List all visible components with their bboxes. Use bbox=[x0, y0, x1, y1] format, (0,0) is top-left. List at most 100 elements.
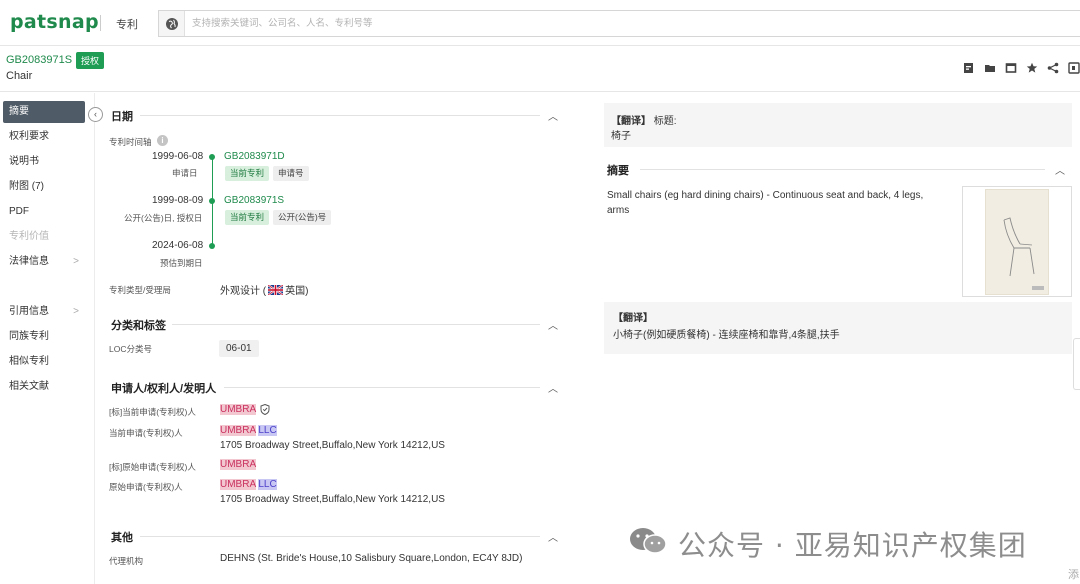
current-applicant-value[interactable]: UMBRA LLC bbox=[220, 425, 277, 436]
info-icon[interactable]: i bbox=[157, 135, 168, 146]
timeline-patent-link[interactable]: GB2083971D bbox=[224, 151, 285, 162]
patent-type-label: 专利类型/受理局 bbox=[109, 285, 171, 295]
sidebar-item-label: 引用信息 bbox=[9, 306, 49, 317]
section-title-dates: 日期 bbox=[111, 111, 133, 123]
current-applicant-label: 当前申请(专利权)人 bbox=[109, 428, 183, 438]
title-translation: 椅子 bbox=[611, 131, 631, 142]
sidebar: 摘要 权利要求 说明书 附图 (7) PDF 专利价值 法律信息 > 引用信息 > … bbox=[0, 93, 95, 584]
title-label: 标题: bbox=[653, 116, 677, 127]
applicant-name[interactable]: UMBRA bbox=[220, 459, 257, 470]
timeline-date: 1999-08-09 bbox=[152, 195, 204, 206]
wechat-icon bbox=[628, 526, 668, 556]
sidebar-item-label: 同族专利 bbox=[9, 331, 49, 342]
pdf-download-icon[interactable] bbox=[962, 61, 975, 74]
search-box[interactable] bbox=[158, 10, 1080, 37]
patent-number: GB2083971S bbox=[6, 54, 73, 66]
patent-header: GB2083971S 授权 Chair bbox=[0, 46, 1080, 92]
agent-label: 代理机构 bbox=[109, 556, 144, 566]
divider bbox=[172, 324, 540, 325]
current-patent-tag: 当前专利 bbox=[225, 210, 270, 225]
translate-tag: 【翻译】 bbox=[613, 313, 653, 324]
divider bbox=[140, 115, 540, 116]
sidebar-item-drawings[interactable]: 附图 (7) bbox=[3, 176, 85, 198]
timeline-date: 2024-06-08 bbox=[152, 240, 204, 251]
translate-icon[interactable] bbox=[1067, 61, 1080, 74]
side-drawer-handle[interactable] bbox=[1073, 338, 1080, 390]
title-translation-panel: 【翻译】 标题: 椅子 bbox=[604, 103, 1072, 147]
sidebar-item-label: 专利价值 bbox=[9, 231, 49, 242]
patent-type-text: 外观设计 ( bbox=[220, 286, 267, 297]
search-scope-selector[interactable]: 专利 bbox=[116, 16, 138, 32]
timeline-event-label: 公开(公告)日, 授权日 bbox=[124, 213, 203, 223]
translation-header: 【翻译】 标题: bbox=[611, 112, 677, 127]
application-number-tag: 申请号 bbox=[273, 166, 309, 181]
search-input[interactable] bbox=[192, 11, 1052, 36]
sidebar-item-label: PDF bbox=[9, 206, 29, 217]
loc-value[interactable]: 06-01 bbox=[219, 340, 259, 357]
timeline-dot bbox=[209, 243, 215, 249]
sidebar-item-label: 附图 (7) bbox=[9, 181, 44, 192]
sidebar-item-family[interactable]: 同族专利 bbox=[3, 326, 85, 348]
sidebar-item-claims[interactable]: 权利要求 bbox=[3, 126, 85, 148]
chevron-up-icon[interactable]: ︿ bbox=[548, 380, 558, 395]
sidebar-item-label: 摘要 bbox=[9, 106, 29, 117]
sidebar-item-label: 权利要求 bbox=[9, 131, 49, 142]
section-title-other: 其他 bbox=[111, 532, 133, 544]
sidebar-item-legal[interactable]: 法律信息 > bbox=[3, 251, 85, 273]
drawing-image bbox=[985, 189, 1049, 295]
uk-flag-icon bbox=[268, 284, 284, 295]
applicant-suffix[interactable]: LLC bbox=[258, 479, 277, 490]
chevron-right-icon: > bbox=[73, 306, 79, 317]
abstract-translation: 小椅子(例如硬质餐椅) - 连续座椅和靠背,4条腿,扶手 bbox=[613, 330, 840, 341]
current-applicant-address: 1705 Broadway Street,Buffalo,New York 14… bbox=[220, 440, 445, 451]
sidebar-item-citations[interactable]: 引用信息 > bbox=[3, 301, 85, 323]
section-title-classification: 分类和标签 bbox=[111, 320, 166, 332]
sidebar-item-related-docs[interactable]: 相关文献 bbox=[3, 376, 85, 398]
sidebar-item-label: 法律信息 bbox=[9, 256, 49, 267]
sidebar-item-abstract[interactable]: 摘要 bbox=[3, 101, 85, 123]
divider bbox=[100, 15, 101, 31]
patent-title: Chair bbox=[6, 70, 33, 82]
edge-text: 添 bbox=[1068, 569, 1079, 581]
sidebar-item-description[interactable]: 说明书 bbox=[3, 151, 85, 173]
sidebar-item-value[interactable]: 专利价值 bbox=[3, 226, 85, 248]
chevron-up-icon[interactable]: ︿ bbox=[548, 317, 558, 332]
agent-value: DEHNS (St. Bride's House,10 Salisbury Sq… bbox=[220, 553, 523, 564]
timeline-label: 专利时间轴 bbox=[109, 137, 152, 147]
original-applicant-value[interactable]: UMBRA LLC bbox=[220, 479, 277, 490]
sidebar-item-label: 说明书 bbox=[9, 156, 39, 167]
abstract-text: Small chairs (eg hard dining chairs) - C… bbox=[607, 190, 924, 216]
drawing-thumbnail[interactable] bbox=[962, 186, 1072, 297]
applicant-name[interactable]: UMBRA bbox=[220, 425, 256, 436]
status-badge: 授权 bbox=[76, 52, 105, 69]
chevron-up-icon[interactable]: ︿ bbox=[548, 529, 558, 544]
timeline-event-label: 申请日 bbox=[172, 168, 198, 178]
sidebar-item-label: 相似专利 bbox=[9, 356, 49, 367]
applicant-name[interactable]: UMBRA bbox=[220, 479, 256, 490]
collapse-sidebar-button[interactable]: ‹ bbox=[88, 107, 103, 122]
globe-icon[interactable] bbox=[159, 11, 185, 36]
chevron-up-icon[interactable]: ︿ bbox=[1055, 162, 1065, 177]
top-bar: patsnap 专利 bbox=[0, 0, 1080, 46]
abstract-translation-panel: 【翻译】 小椅子(例如硬质餐椅) - 连续座椅和靠背,4条腿,扶手 bbox=[604, 302, 1072, 354]
std-current-applicant-value[interactable]: UMBRA bbox=[220, 404, 257, 415]
window-icon[interactable] bbox=[1004, 61, 1017, 74]
toolbar bbox=[962, 61, 1080, 74]
current-patent-tag: 当前专利 bbox=[225, 166, 270, 181]
timeline-date: 1999-06-08 bbox=[152, 151, 204, 162]
patsnap-logo[interactable]: patsnap bbox=[10, 11, 99, 33]
divider bbox=[224, 387, 540, 388]
folder-icon[interactable] bbox=[983, 61, 996, 74]
main-content: 日期 ︿ 专利时间轴 i 1999-06-08 GB2083971D 申请日 当… bbox=[96, 93, 580, 584]
sidebar-item-pdf[interactable]: PDF bbox=[3, 201, 85, 223]
std-original-applicant-value[interactable]: UMBRA bbox=[220, 459, 257, 470]
share-icon[interactable] bbox=[1046, 61, 1059, 74]
chevron-up-icon[interactable]: ︿ bbox=[548, 108, 558, 123]
sidebar-item-similar[interactable]: 相似专利 bbox=[3, 351, 85, 373]
timeline-patent-link[interactable]: GB2083971S bbox=[224, 195, 284, 206]
applicant-suffix[interactable]: LLC bbox=[258, 425, 277, 436]
divider bbox=[140, 536, 540, 537]
applicant-name[interactable]: UMBRA bbox=[220, 404, 257, 415]
translate-tag: 【翻译】 bbox=[611, 116, 651, 127]
star-icon[interactable] bbox=[1025, 61, 1038, 74]
